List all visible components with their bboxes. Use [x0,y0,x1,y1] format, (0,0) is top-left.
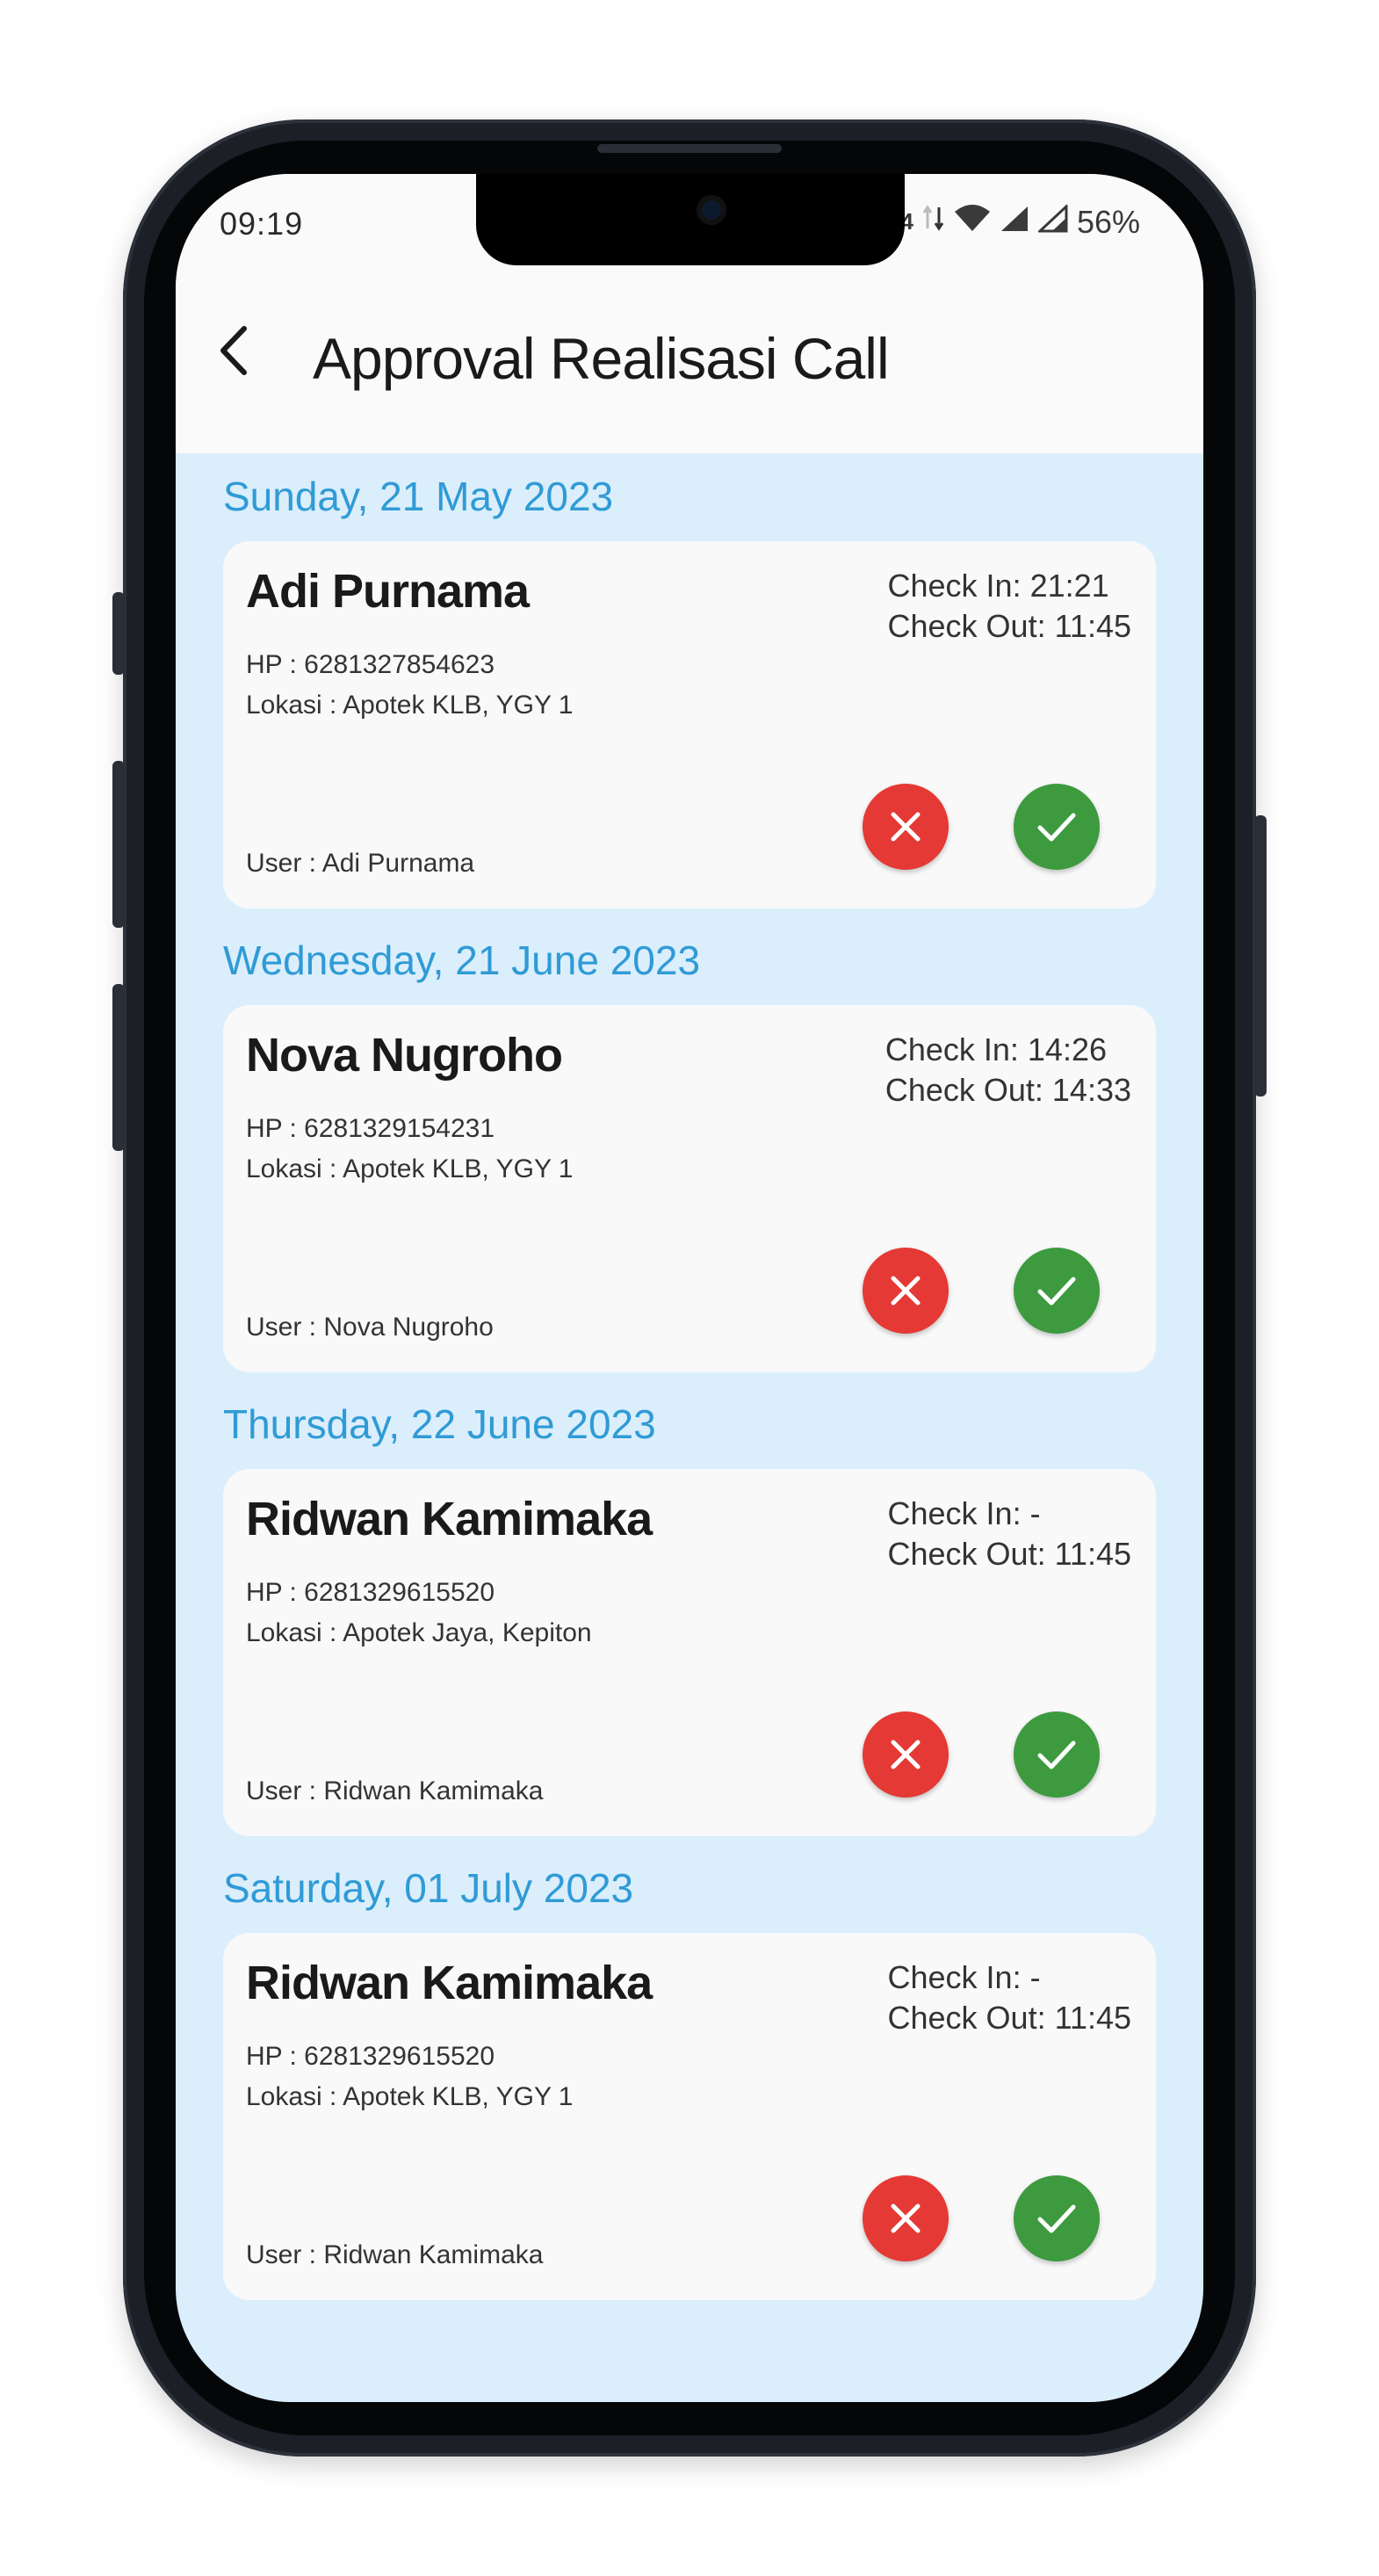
user-label: User : Ridwan Kamimaka [246,1776,544,1805]
check-in: Check In: - [887,1495,1041,1531]
location: Lokasi : Apotek Jaya, Kepiton [246,1618,592,1647]
check-out: Check Out: 11:45 [887,2000,1132,2036]
wifi-icon [954,203,991,241]
approval-card[interactable]: Ridwan Kamimaka Check In: - Check Out: 1… [223,1933,1156,2300]
check-icon [1037,2204,1076,2233]
location: Lokasi : Apotek KLB, YGY 1 [246,1154,574,1183]
close-icon [891,1276,921,1306]
front-camera [697,195,726,225]
check-times: Check In: - Check Out: 11:45 [888,1957,1132,2038]
silent-switch [112,592,125,675]
status-icons: 4 56% [900,202,1140,242]
notch [476,174,905,265]
date-header: Thursday, 22 June 2023 [223,1401,656,1447]
check-icon [1037,1277,1076,1306]
check-in: Check In: 14:26 [884,1031,1107,1067]
signal-icon [1000,204,1029,241]
check-in: Check In: 21:21 [887,568,1109,604]
check-out: Check Out: 11:45 [887,608,1132,644]
battery-level: 56% [1076,203,1140,240]
check-times: Check In: - Check Out: 11:45 [888,1494,1132,1574]
data-arrows-icon [922,202,945,242]
check-out: Check Out: 11:45 [887,1536,1132,1572]
power-button [1254,815,1267,1096]
back-button[interactable] [207,320,260,381]
contact-name: Nova Nugroho [246,1029,563,1082]
close-icon [891,812,921,842]
earpiece [597,144,782,153]
reject-button[interactable] [863,1248,949,1334]
user-label: User : Nova Nugroho [246,1313,494,1342]
check-times: Check In: 14:26 Check Out: 14:33 [885,1030,1131,1111]
approve-button[interactable] [1014,1711,1100,1798]
user-label: User : Ridwan Kamimaka [246,2240,544,2269]
reject-button[interactable] [863,1711,949,1798]
date-header: Wednesday, 21 June 2023 [223,937,701,983]
back-arrow-icon [220,326,247,375]
check-times: Check In: 21:21 Check Out: 11:45 [888,566,1132,647]
contact-name: Ridwan Kamimaka [246,1957,653,2009]
approval-card[interactable]: Nova Nugroho Check In: 14:26 Check Out: … [223,1005,1156,1372]
approval-card[interactable]: Ridwan Kamimaka Check In: - Check Out: 1… [223,1469,1156,1836]
check-in: Check In: - [887,1959,1041,1995]
phone-number: HP : 6281327854623 [246,650,495,679]
approve-button[interactable] [1014,1248,1100,1334]
close-icon [891,2203,921,2233]
location: Lokasi : Apotek KLB, YGY 1 [246,691,574,720]
date-header: Sunday, 21 May 2023 [223,474,614,519]
user-label: User : Adi Purnama [246,849,475,878]
check-icon [1037,1740,1076,1769]
check-icon [1037,813,1076,842]
phone-number: HP : 6281329615520 [246,2042,495,2071]
contact-name: Ridwan Kamimaka [246,1493,653,1545]
page-title: Approval Realisasi Call [313,326,890,391]
volume-up-button [112,761,125,928]
signal-icon [1036,203,1068,241]
check-out: Check Out: 14:33 [884,1072,1131,1108]
phone-number: HP : 6281329154231 [246,1114,495,1143]
volume-down-button [112,984,125,1151]
status-time: 09:19 [220,206,304,242]
location: Lokasi : Apotek KLB, YGY 1 [246,2082,574,2111]
contact-name: Adi Purnama [246,565,530,618]
approve-button[interactable] [1014,784,1100,870]
reject-button[interactable] [863,2175,949,2261]
close-icon [891,1740,921,1769]
phone-screen: 09:19 4 56% Approval Realisasi Call Sund… [176,174,1203,2402]
approval-card[interactable]: Adi Purnama Check In: 21:21 Check Out: 1… [223,541,1156,908]
page: 09:19 4 56% Approval Realisasi Call Sund… [0,0,1379,2576]
date-header: Saturday, 01 July 2023 [223,1865,634,1911]
phone-number: HP : 6281329615520 [246,1578,495,1607]
reject-button[interactable] [863,784,949,870]
approve-button[interactable] [1014,2175,1100,2261]
